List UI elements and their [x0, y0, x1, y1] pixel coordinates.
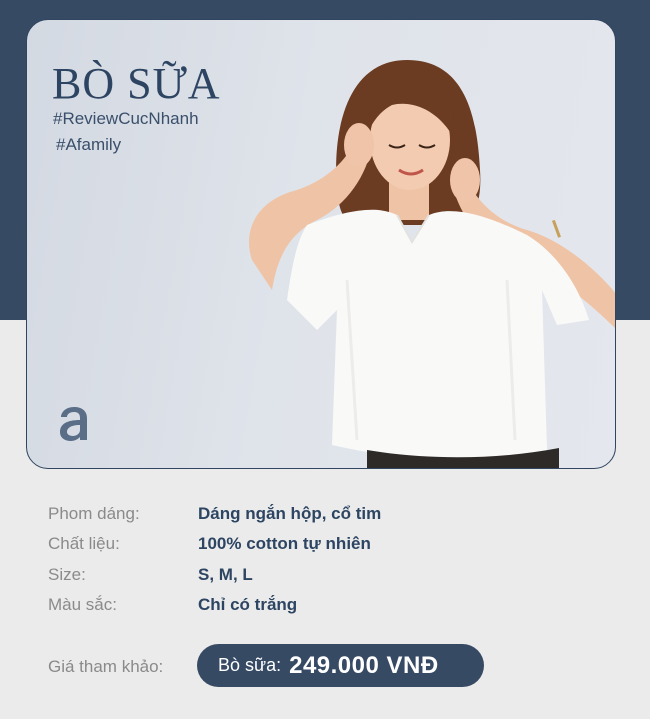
spec-value-shape: Dáng ngắn hộp, cổ tim [198, 504, 382, 523]
price-prefix: Bò sữa: [218, 655, 282, 675]
spec-label-color: Màu sắc: [48, 595, 117, 614]
price-value: 249.000 VNĐ [289, 651, 439, 679]
spec-label-shape: Phom dáng: [48, 504, 140, 523]
price-badge: Bò sữa: 249.000 VNĐ [197, 644, 484, 687]
spec-value-color: Chỉ có trắng [198, 595, 298, 614]
spec-value-material: 100% cotton tự nhiên [198, 534, 371, 553]
spec-value-size: S, M, L [198, 565, 253, 584]
specs-section: Phom dáng: Dáng ngắn hộp, cổ tim Chất li… [0, 0, 650, 719]
spec-label-material: Chất liệu: [48, 534, 120, 553]
price-label: Giá tham khảo: [48, 657, 164, 676]
spec-label-size: Size: [48, 565, 86, 584]
